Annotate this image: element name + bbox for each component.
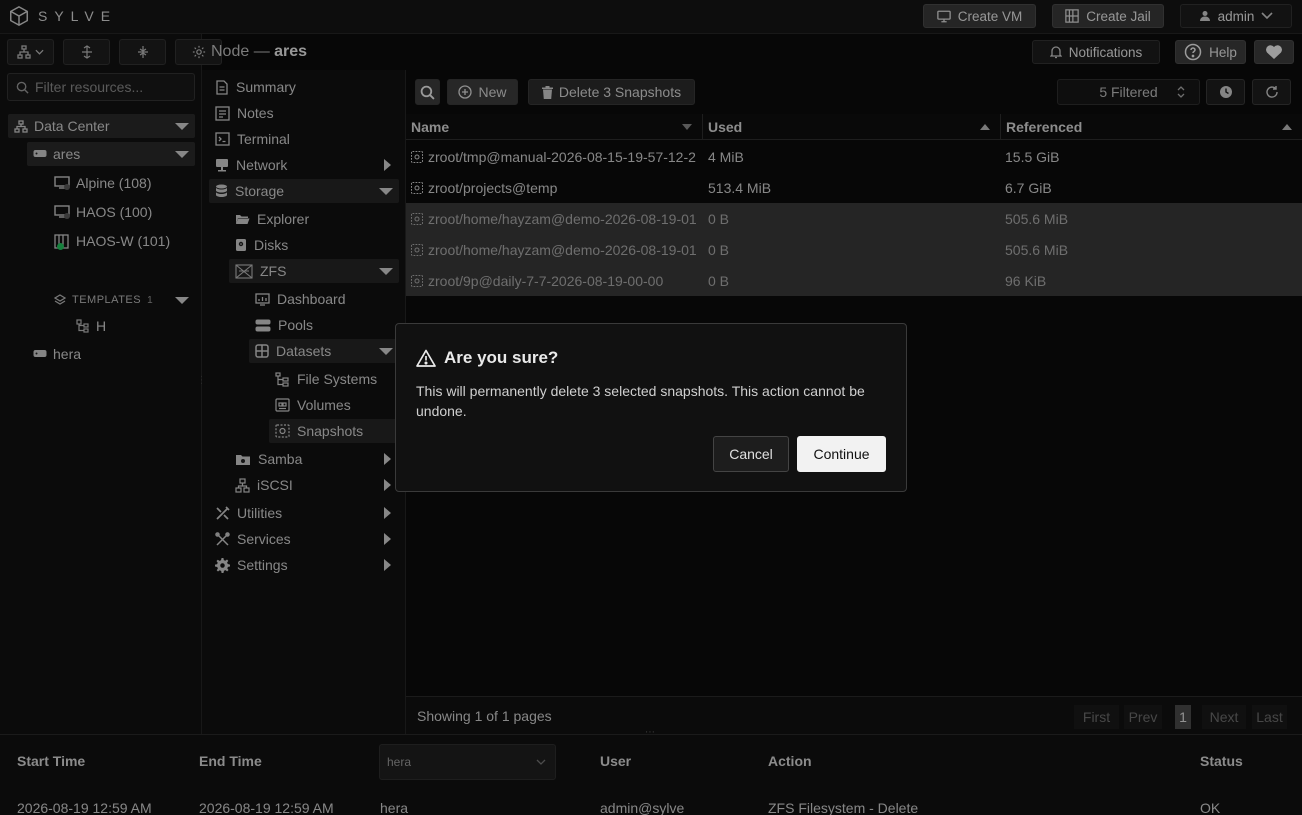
continue-button[interactable]: Continue [797,436,886,472]
dialog-message: This will permanently delete 3 selected … [416,383,865,419]
dialog-title-text: Are you sure? [444,348,559,367]
confirm-delete-dialog: Are you sure? This will permanently dele… [395,323,907,492]
dialog-title: Are you sure? [416,348,558,368]
warning-icon [416,349,436,367]
cancel-button[interactable]: Cancel [713,436,789,472]
